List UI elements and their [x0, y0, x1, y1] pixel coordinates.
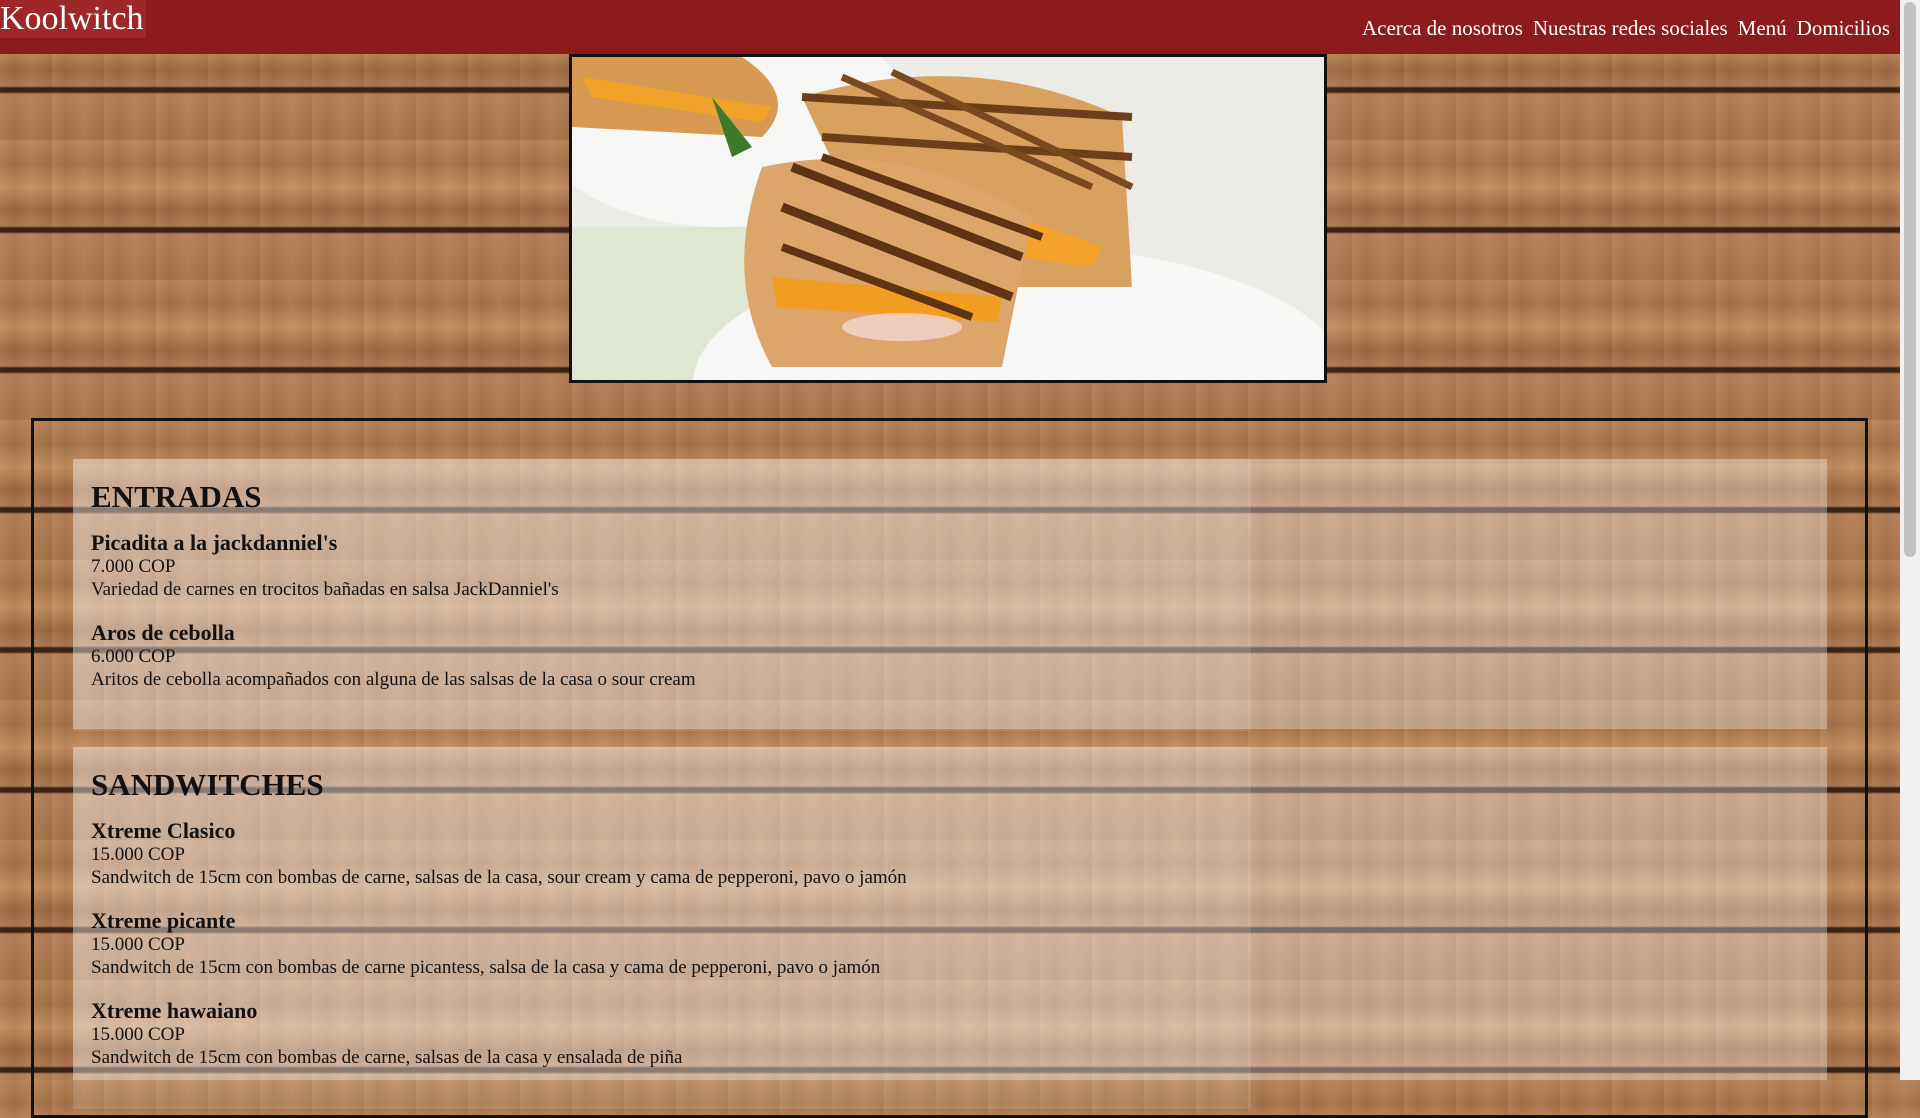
menu-item: Xtreme Clasico 15.000 COP Sandwitch de 1… [91, 819, 1251, 889]
item-name: Aros de cebolla [91, 620, 235, 645]
grilled-sandwich-photo-icon [572, 57, 1324, 380]
item-price: 7.000 COP [91, 556, 176, 577]
menu-section-sandwitches: SANDWITCHES Xtreme Clasico 15.000 COP Sa… [73, 747, 1827, 1109]
item-price: 15.000 COP [91, 844, 185, 865]
item-name: Xtreme hawaiano [91, 998, 258, 1023]
item-description: Variedad de carnes en trocitos bañadas e… [91, 579, 559, 600]
menu-item: Xtreme picante 15.000 COP Sandwitch de 1… [91, 909, 1251, 979]
top-navbar: Koolwitch Acerca de nosotros Nuestras re… [0, 0, 1900, 54]
menu-section-entradas: ENTRADAS Picadita a la jackdanniel's 7.0… [73, 459, 1827, 731]
item-price: 15.000 COP [91, 1024, 185, 1045]
menu-item: Picadita a la jackdanniel's 7.000 COP Va… [91, 531, 1251, 601]
item-price: 6.000 COP [91, 646, 176, 667]
item-name: Xtreme Clasico [91, 818, 236, 843]
item-price: 15.000 COP [91, 934, 185, 955]
item-description: Sandwitch de 15cm con bombas de carne pi… [91, 957, 881, 978]
hero-image [569, 54, 1327, 383]
section-title: SANDWITCHES [91, 767, 324, 802]
menu-section-entradas-content: ENTRADAS Picadita a la jackdanniel's 7.0… [73, 459, 1251, 731]
brand-logo[interactable]: Koolwitch [0, 0, 146, 38]
nav-link-delivery[interactable]: Domicilios [1797, 16, 1890, 41]
nav-link-menu[interactable]: Menú [1738, 16, 1787, 41]
item-description: Aritos de cebolla acompañados con alguna… [91, 669, 696, 690]
menu-item: Aros de cebolla 6.000 COP Aritos de cebo… [91, 621, 1251, 691]
item-description: Sandwitch de 15cm con bombas de carne, s… [91, 1047, 683, 1068]
nav-links: Acerca de nosotros Nuestras redes social… [1362, 16, 1890, 41]
scrollbar-thumb[interactable] [1904, 2, 1916, 557]
nav-link-about[interactable]: Acerca de nosotros [1362, 16, 1523, 41]
section-title: ENTRADAS [91, 479, 262, 514]
item-description: Sandwitch de 15cm con bombas de carne, s… [91, 867, 907, 888]
menu-section-sandwitches-content: SANDWITCHES Xtreme Clasico 15.000 COP Sa… [73, 747, 1251, 1109]
nav-link-social[interactable]: Nuestras redes sociales [1533, 16, 1728, 41]
item-name: Xtreme picante [91, 908, 236, 933]
vertical-scrollbar[interactable] [1900, 0, 1920, 1080]
menu-item: Xtreme hawaiano 15.000 COP Sandwitch de … [91, 999, 1251, 1069]
item-name: Picadita a la jackdanniel's [91, 530, 338, 555]
